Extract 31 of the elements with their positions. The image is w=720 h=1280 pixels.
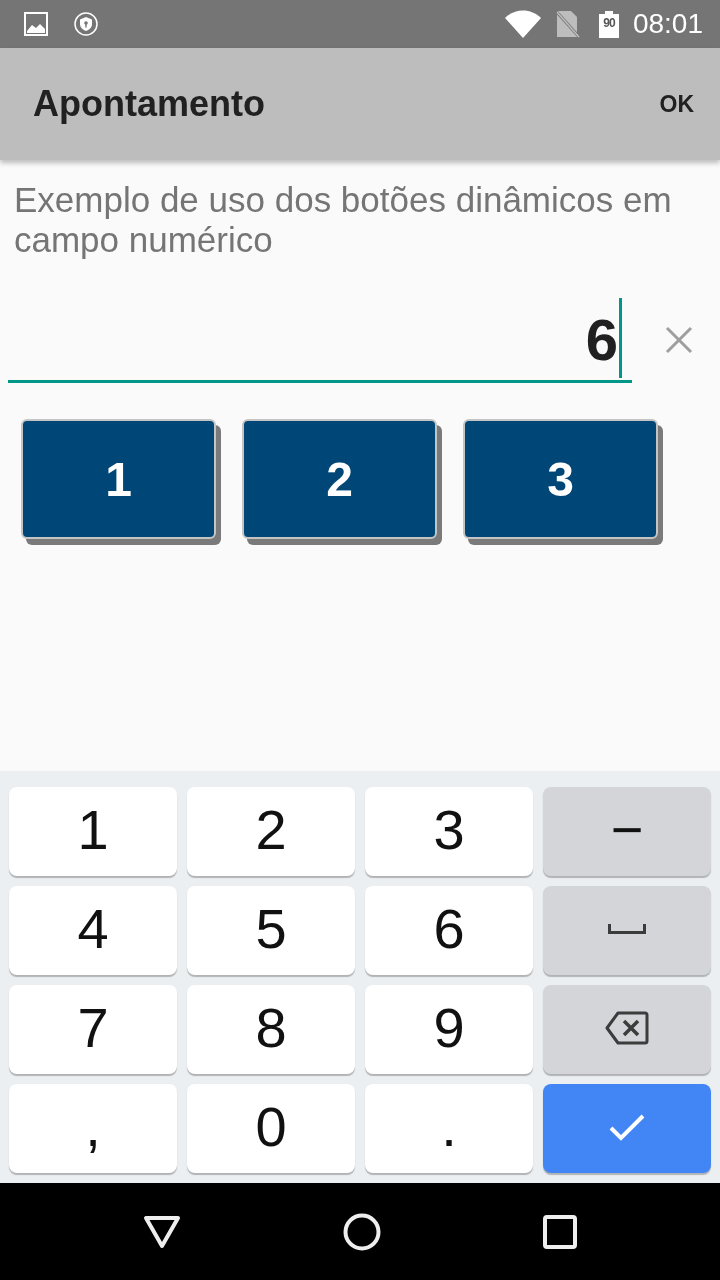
space-bar-icon bbox=[608, 923, 646, 934]
keyboard-key[interactable]: 4 bbox=[9, 886, 177, 975]
keyboard-key[interactable]: 2 bbox=[187, 787, 355, 876]
number-field[interactable]: 6 bbox=[8, 298, 632, 383]
keyboard-key[interactable]: , bbox=[9, 1084, 177, 1173]
keyboard-key[interactable]: . bbox=[365, 1084, 533, 1173]
description-text: Exemplo de uso dos botões dinâmicos em campo numérico bbox=[14, 180, 673, 260]
backspace-icon bbox=[605, 1010, 649, 1045]
keyboard-key[interactable]: 1 bbox=[9, 787, 177, 876]
clear-button[interactable] bbox=[664, 325, 694, 355]
keyboard-key[interactable]: 5 bbox=[187, 886, 355, 975]
keyboard-key[interactable]: 6 bbox=[365, 886, 533, 975]
close-icon bbox=[665, 326, 693, 354]
back-icon[interactable] bbox=[143, 1214, 181, 1249]
keyboard-key[interactable]: − bbox=[543, 787, 711, 876]
keyboard-key[interactable]: 7 bbox=[9, 985, 177, 1074]
screen-title: Apontamento bbox=[33, 83, 265, 125]
keyboard-key[interactable]: 8 bbox=[187, 985, 355, 1074]
picture-icon bbox=[24, 12, 48, 36]
wifi-icon bbox=[504, 10, 541, 38]
shield-icon bbox=[74, 12, 98, 36]
checkmark-icon bbox=[609, 1112, 645, 1141]
home-icon[interactable] bbox=[343, 1212, 381, 1251]
status-time: 08:01 bbox=[632, 7, 703, 41]
keyboard-key[interactable]: 9 bbox=[365, 985, 533, 1074]
keyboard-key[interactable] bbox=[543, 985, 711, 1074]
recents-icon[interactable] bbox=[543, 1214, 577, 1249]
keyboard-key[interactable]: 3 bbox=[365, 787, 533, 876]
ok-button[interactable]: OK bbox=[659, 86, 694, 122]
battery-indicator: 90 bbox=[598, 10, 619, 38]
keyboard-key[interactable]: 0 bbox=[187, 1084, 355, 1173]
